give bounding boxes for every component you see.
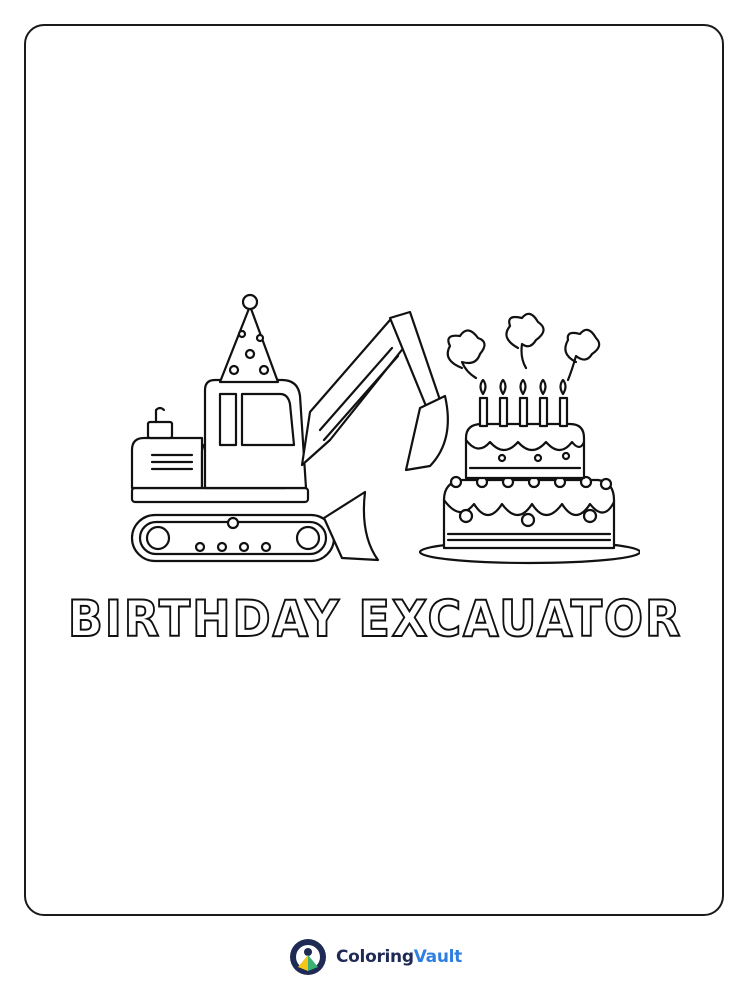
page-title: BIRTHDAY EXCAUATOR xyxy=(67,589,683,649)
coloringvault-logo-icon xyxy=(289,939,326,975)
brand-name-part2: Vault xyxy=(413,947,463,967)
footer-brand: ColoringVault xyxy=(0,935,750,979)
excavator-birthday-illustration xyxy=(130,293,640,565)
birthday-cake xyxy=(418,312,640,565)
brand-name-part1: Coloring xyxy=(335,947,414,967)
excavator xyxy=(130,293,449,563)
brand-name: ColoringVault xyxy=(336,947,462,967)
